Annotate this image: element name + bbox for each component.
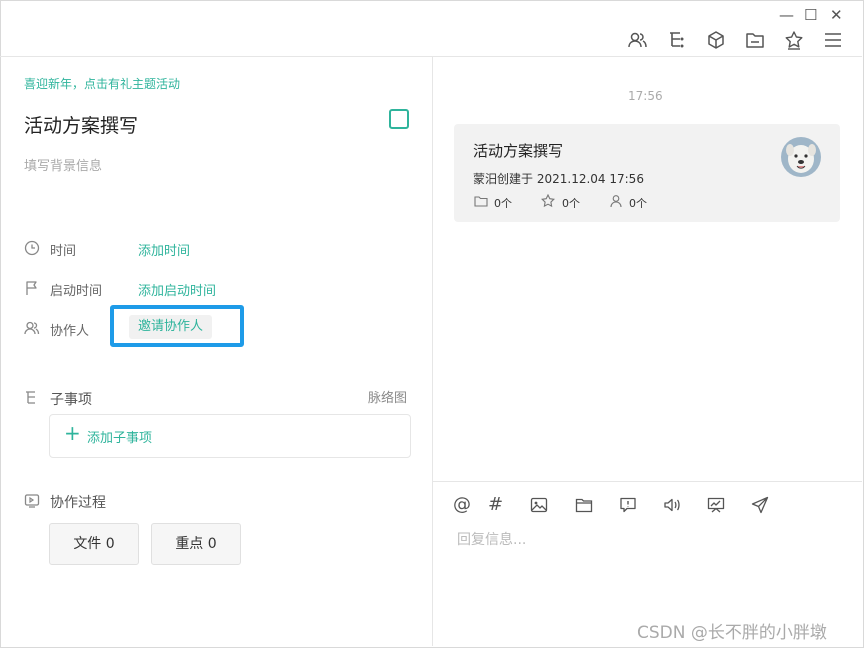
promo-link[interactable]: 喜迎新年，点击有礼主题活动 (24, 75, 180, 92)
folder-icon[interactable] (745, 30, 765, 50)
hash-icon[interactable]: # (488, 494, 503, 515)
complete-checkbox[interactable] (389, 109, 409, 129)
key-points-button[interactable]: 重点 0 (151, 523, 241, 565)
cube-icon[interactable] (706, 30, 726, 50)
mindmap-link[interactable]: 脉络图 (368, 387, 407, 406)
add-subitem-box[interactable]: + 添加子事项 (49, 414, 411, 458)
time-label: 时间 (50, 244, 77, 259)
card-created-by: 蒙汨创建于 (473, 172, 534, 186)
panel-divider (432, 56, 433, 646)
avatar[interactable] (781, 137, 821, 177)
card-creator: 蒙汨创建于 2021.12.04 17:56 (473, 170, 644, 187)
flag-icon (26, 281, 37, 295)
maximize-button[interactable]: ☐ (804, 6, 817, 24)
card-created-at: 2021.12.04 17:56 (536, 172, 644, 186)
person-icon (24, 321, 40, 335)
send-icon[interactable] (751, 496, 769, 514)
add-subitem-label: 添加子事项 (87, 431, 153, 446)
close-button[interactable]: ✕ (830, 6, 843, 24)
tree-icon[interactable] (667, 30, 687, 50)
task-title[interactable]: 活动方案撰写 (24, 111, 138, 138)
add-start-time-link[interactable]: 添加启动时间 (138, 280, 216, 299)
start-time-label: 启动时间 (50, 284, 103, 299)
audio-icon[interactable] (663, 496, 681, 514)
card-person-icon (610, 195, 622, 208)
folder-icon[interactable] (575, 496, 593, 514)
process-label: 协作过程 (50, 495, 106, 511)
invite-collaborator-button[interactable]: 邀请协作人 (129, 315, 213, 339)
card-folder-icon (474, 196, 488, 207)
task-card[interactable]: 活动方案撰写 蒙汨创建于 2021.12.04 17:56 0个 0个 0个 (454, 124, 840, 222)
at-icon[interactable]: @ (453, 494, 471, 515)
menu-icon[interactable] (823, 30, 843, 50)
subitems-icon (26, 391, 35, 404)
comment-icon[interactable] (619, 496, 637, 514)
composer-divider (433, 481, 862, 482)
files-button[interactable]: 文件 0 (49, 523, 139, 565)
add-time-link[interactable]: 添加时间 (138, 240, 190, 259)
minimize-button[interactable]: — (779, 6, 794, 24)
message-timestamp: 17:56 (628, 89, 663, 103)
subitems-label: 子事项 (50, 392, 92, 408)
clock-icon (24, 240, 40, 256)
card-star-icon (541, 194, 555, 208)
reply-input[interactable]: 回复信息... (457, 529, 526, 549)
users-icon[interactable] (628, 30, 648, 50)
card-people-count: 0个 (629, 197, 647, 210)
watermark: CSDN @长不胖的小胖墩 (637, 623, 827, 643)
process-icon (24, 494, 40, 508)
plus-icon: + (64, 421, 81, 445)
collaborator-label: 协作人 (50, 324, 90, 339)
card-title: 活动方案撰写 (473, 142, 564, 160)
board-icon[interactable] (707, 496, 725, 514)
image-icon[interactable] (530, 496, 548, 514)
star-icon[interactable] (784, 30, 804, 50)
card-star-count: 0个 (562, 197, 580, 210)
background-input[interactable]: 填写背景信息 (24, 155, 102, 174)
toolbar-divider (0, 56, 862, 57)
card-folder-count: 0个 (494, 197, 512, 210)
